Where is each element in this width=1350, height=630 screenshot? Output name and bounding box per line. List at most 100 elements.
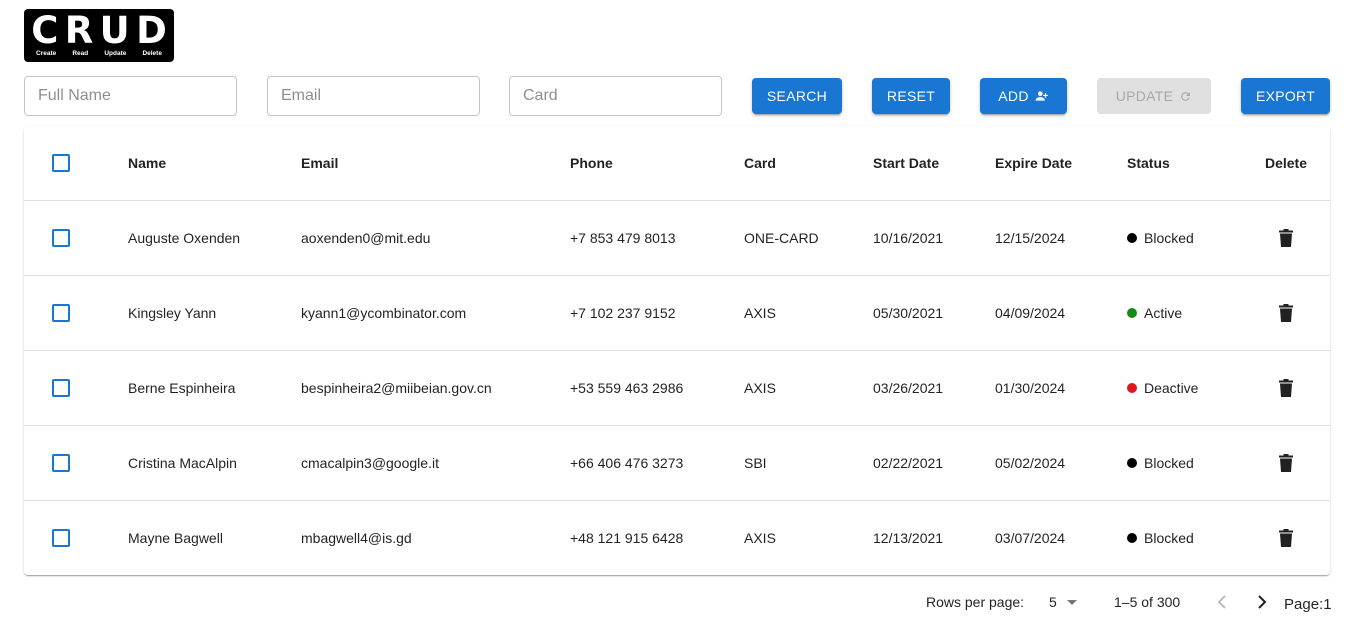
row-select-cell — [52, 501, 70, 575]
export-button[interactable]: EXPORT — [1241, 78, 1330, 114]
logo-letter-c: C — [31, 9, 59, 52]
status-label: Deactive — [1144, 380, 1199, 396]
row-delete-cell — [1257, 426, 1315, 500]
row-status: Active — [1127, 276, 1182, 350]
column-header-email: Email — [301, 155, 339, 171]
row-expire-date: 04/09/2024 — [995, 305, 1066, 321]
row-select-cell — [52, 276, 70, 350]
delete-button[interactable] — [1257, 304, 1315, 322]
caret-down-icon — [1066, 599, 1077, 605]
row-start-date: 12/13/2021 — [873, 530, 944, 546]
row-checkbox[interactable] — [52, 304, 70, 322]
row-start-date: 05/30/2021 — [873, 305, 944, 321]
refresh-icon — [1179, 90, 1192, 103]
crud-logo: C R U D Create Read Update Delete — [24, 9, 174, 62]
previous-page-button[interactable] — [1212, 588, 1232, 616]
rows-per-page-select[interactable]: 5 — [1049, 588, 1077, 616]
row-card: AXIS — [744, 380, 776, 396]
row-status: Deactive — [1127, 351, 1198, 425]
table-row: Mayne Bagwell mbagwell4@is.gd +48 121 91… — [24, 501, 1330, 576]
full-name-input[interactable] — [25, 77, 236, 115]
row-name: Auguste Oxenden — [128, 230, 241, 246]
row-delete-cell — [1257, 351, 1315, 425]
row-phone: +66 406 476 3273 — [570, 455, 684, 471]
row-email: kyann1@ycombinator.com — [301, 305, 467, 321]
select-all-cell — [52, 126, 70, 200]
pagination-range: 1–5 of 300 — [1114, 594, 1181, 610]
logo-caption-update: Update — [104, 50, 127, 57]
trash-icon — [1279, 529, 1293, 547]
row-checkbox[interactable] — [52, 529, 70, 547]
column-header-name: Name — [128, 155, 167, 171]
logo-letters: C R U D — [24, 11, 174, 51]
row-expire-date: 12/15/2024 — [995, 230, 1066, 246]
card-input[interactable] — [510, 77, 721, 115]
row-status: Blocked — [1127, 501, 1194, 575]
delete-button[interactable] — [1257, 529, 1315, 547]
next-page-button[interactable] — [1252, 588, 1272, 616]
row-card: ONE-CARD — [744, 230, 819, 246]
column-header-start-date: Start Date — [873, 155, 940, 171]
row-select-cell — [52, 201, 70, 275]
row-status: Blocked — [1127, 201, 1194, 275]
data-table: Name Email Phone Card Start Date Expire … — [24, 126, 1330, 575]
status-dot — [1127, 308, 1137, 318]
table-row: Auguste Oxenden aoxenden0@mit.edu +7 853… — [24, 201, 1330, 276]
row-card: AXIS — [744, 305, 776, 321]
delete-button[interactable] — [1257, 454, 1315, 472]
logo-letter-d: D — [136, 9, 167, 52]
trash-icon — [1279, 379, 1293, 397]
card-field — [509, 76, 722, 116]
full-name-field — [24, 76, 237, 116]
table-row: Kingsley Yann kyann1@ycombinator.com +7 … — [24, 276, 1330, 351]
status-dot — [1127, 458, 1137, 468]
chevron-left-icon — [1217, 595, 1226, 609]
table-row: Cristina MacAlpin cmacalpin3@google.it +… — [24, 426, 1330, 501]
row-name: Kingsley Yann — [128, 305, 217, 321]
row-start-date: 02/22/2021 — [873, 455, 944, 471]
status-label: Active — [1144, 305, 1183, 321]
email-field — [267, 76, 480, 116]
search-button-label: SEARCH — [766, 88, 828, 104]
row-phone: +53 559 463 2986 — [570, 380, 684, 396]
row-phone: +48 121 915 6428 — [570, 530, 684, 546]
row-select-cell — [52, 426, 70, 500]
row-delete-cell — [1257, 276, 1315, 350]
column-header-delete-label: Delete — [1264, 155, 1308, 171]
row-phone: +7 102 237 9152 — [570, 305, 676, 321]
email-input[interactable] — [268, 77, 479, 115]
logo-letter-u: U — [99, 9, 130, 52]
table-row: Berne Espinheira bespinheira2@miibeian.g… — [24, 351, 1330, 426]
add-button[interactable]: ADD — [980, 78, 1067, 114]
reset-button-label: RESET — [886, 88, 936, 104]
row-checkbox[interactable] — [52, 229, 70, 247]
chevron-right-icon — [1258, 595, 1267, 609]
column-header-status: Status — [1127, 155, 1170, 171]
row-start-date: 10/16/2021 — [873, 230, 944, 246]
row-card: AXIS — [744, 530, 776, 546]
export-button-label: EXPORT — [1255, 88, 1316, 104]
update-button[interactable]: UPDATE — [1097, 78, 1211, 114]
trash-icon — [1279, 229, 1293, 247]
row-email: bespinheira2@miibeian.gov.cn — [301, 380, 492, 396]
status-label: Blocked — [1144, 455, 1194, 471]
table-header-row: Name Email Phone Card Start Date Expire … — [24, 126, 1330, 201]
row-delete-cell — [1257, 501, 1315, 575]
rows-per-page-value: 5 — [1049, 594, 1057, 610]
reset-button[interactable]: RESET — [872, 78, 950, 114]
delete-button[interactable] — [1257, 229, 1315, 247]
row-checkbox[interactable] — [52, 454, 70, 472]
delete-button[interactable] — [1257, 379, 1315, 397]
status-label: Blocked — [1144, 530, 1194, 546]
row-name: Cristina MacAlpin — [128, 455, 237, 471]
select-all-checkbox[interactable] — [52, 154, 70, 172]
row-select-cell — [52, 351, 70, 425]
row-delete-cell — [1257, 201, 1315, 275]
search-button[interactable]: SEARCH — [752, 78, 842, 114]
row-name: Mayne Bagwell — [128, 530, 223, 546]
row-checkbox[interactable] — [52, 379, 70, 397]
row-email: mbagwell4@is.gd — [301, 530, 412, 546]
column-header-card: Card — [744, 155, 776, 171]
person-add-icon — [1035, 89, 1049, 103]
logo-letter-r: R — [64, 9, 94, 52]
